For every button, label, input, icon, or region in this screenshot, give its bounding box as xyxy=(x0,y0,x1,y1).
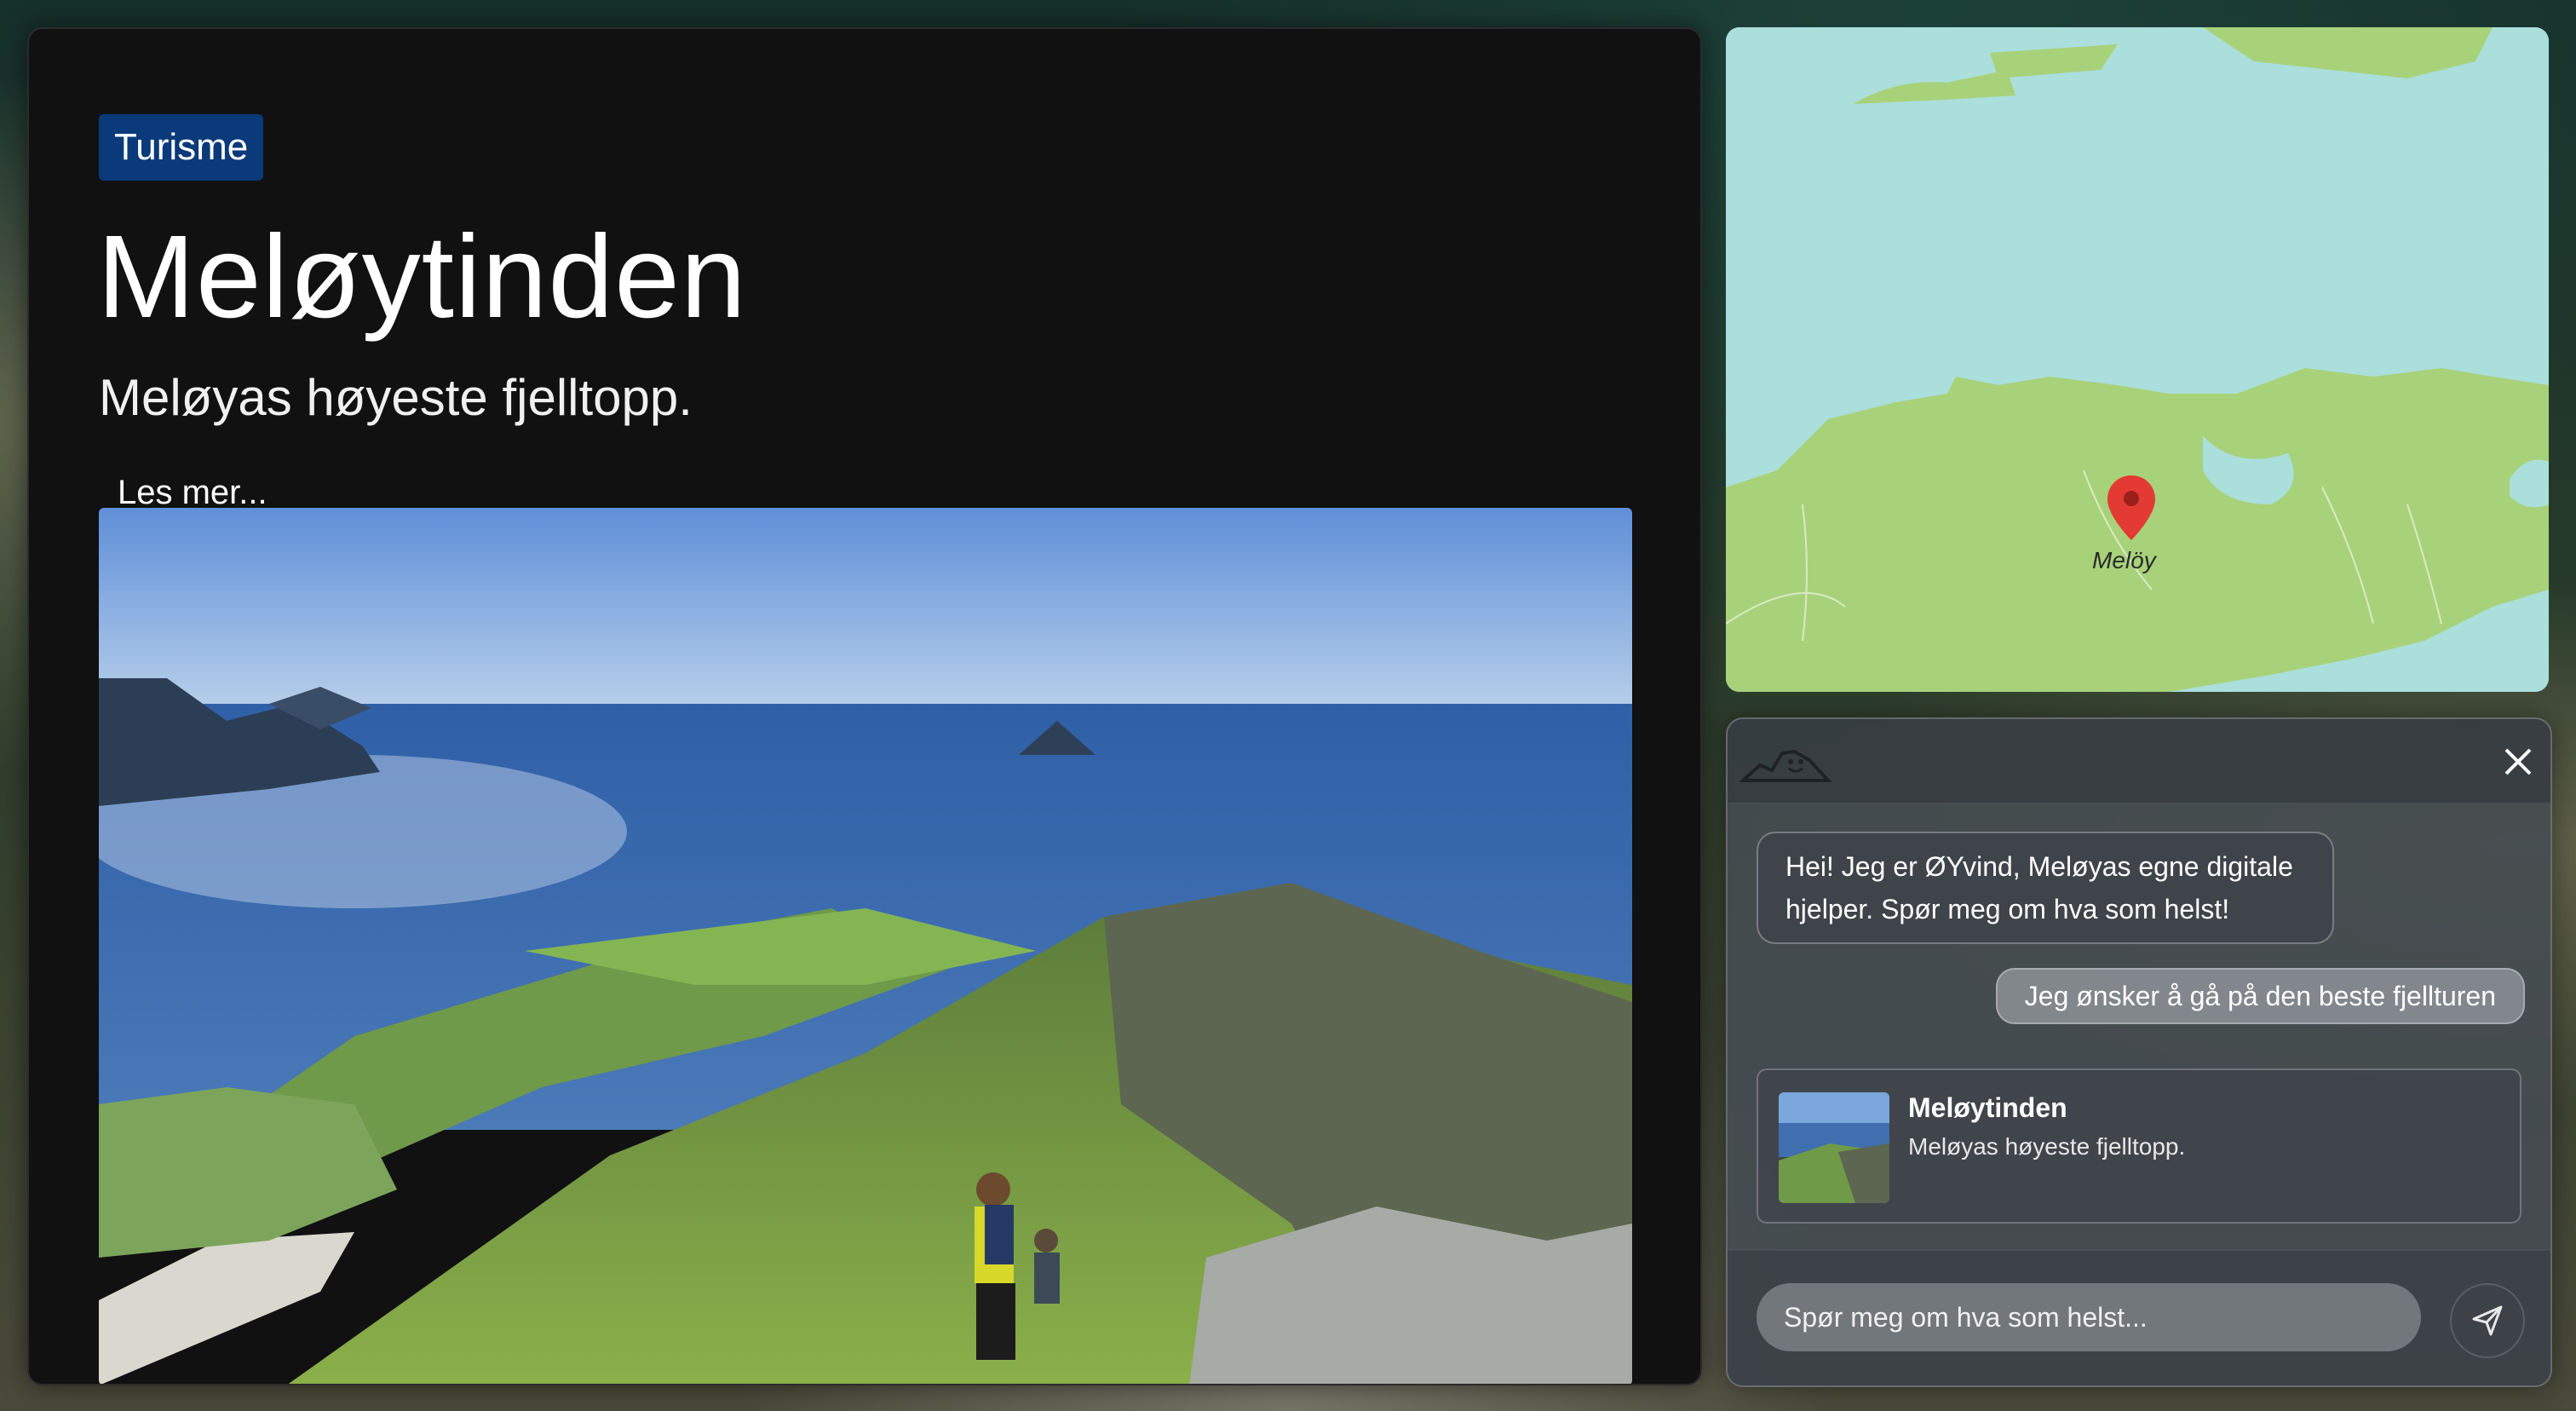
chat-input[interactable] xyxy=(1757,1283,2421,1351)
article-subtitle: Meløyas høyeste fjelltopp. xyxy=(99,369,693,426)
chat-panel: Hei! Jeg er ØYvind, Meløyas egne digital… xyxy=(1726,717,2552,1387)
category-badge: Turisme xyxy=(99,114,264,181)
close-icon[interactable] xyxy=(2496,740,2540,784)
map-panel[interactable]: Melöy xyxy=(1726,27,2549,692)
card-title: Meløytinden xyxy=(1908,1092,2067,1123)
send-icon[interactable] xyxy=(2450,1283,2525,1358)
user-message: Jeg ønsker å gå på den beste fjellturen xyxy=(1995,968,2525,1024)
mountain-face-logo-icon xyxy=(1738,740,1833,787)
card-thumbnail xyxy=(1779,1092,1889,1203)
bot-message: Hei! Jeg er ØYvind, Meløyas egne digital… xyxy=(1757,832,2334,944)
read-more-link[interactable]: Les mer... xyxy=(118,474,267,512)
chat-footer xyxy=(1728,1249,2550,1385)
map-marker-label: Melöy xyxy=(2092,547,2156,573)
article-title: Meløytinden xyxy=(97,211,747,343)
article-panel: Turisme Meløytinden Meløyas høyeste fjel… xyxy=(27,27,1702,1385)
card-subtitle: Meløyas høyeste fjelltopp. xyxy=(1908,1133,2186,1160)
hero-image xyxy=(99,508,1632,1384)
chat-header xyxy=(1728,719,2550,804)
result-card[interactable]: Meløytinden Meløyas høyeste fjelltopp. xyxy=(1757,1068,2521,1224)
map-marker-icon[interactable] xyxy=(2107,475,2155,540)
